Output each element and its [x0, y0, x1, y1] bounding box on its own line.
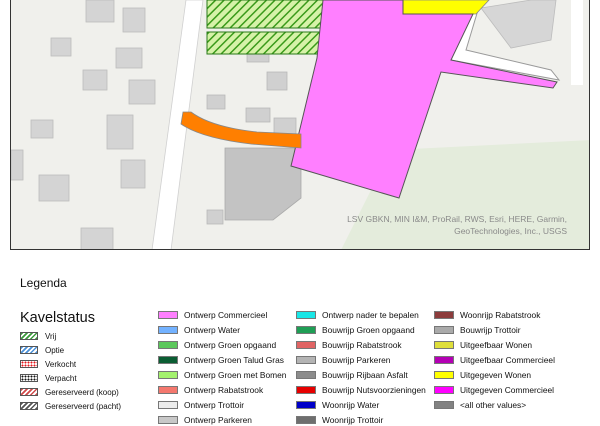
- kavelstatus-swatch: [20, 374, 38, 382]
- kavelstatus-label: Verkocht: [45, 359, 77, 369]
- legend-label: Ontwerp Groen opgaand: [184, 340, 277, 350]
- legend-swatch: [434, 356, 454, 364]
- legend-swatch: [296, 386, 316, 394]
- legend-item: Ontwerp Groen met Bomen: [158, 369, 286, 381]
- legend-label: Ontwerp Groen met Bomen: [184, 370, 287, 380]
- legend-swatch: [158, 386, 178, 394]
- legend-item: Ontwerp Commercieel: [158, 309, 267, 321]
- legend-label: Uitgegeven Commercieel: [460, 385, 555, 395]
- legend-item: <all other values>: [434, 399, 526, 411]
- legend-item: Ontwerp Water: [158, 324, 240, 336]
- legend-item: Uitgegeven Commercieel: [434, 384, 554, 396]
- legend-item: Ontwerp nader te bepalen: [296, 309, 419, 321]
- legend-swatch: [434, 311, 454, 319]
- kavelstatus-heading: Kavelstatus: [20, 310, 95, 326]
- legend-swatch: [296, 371, 316, 379]
- legend-swatch: [296, 311, 316, 319]
- legend-swatch: [296, 416, 316, 424]
- legend-item: Ontwerp Rabatstrook: [158, 384, 263, 396]
- legend-swatch: [296, 356, 316, 364]
- kavelstatus-item: Gereserveerd (koop): [20, 386, 119, 398]
- legend-item: Ontwerp Groen opgaand: [158, 339, 276, 351]
- kavelstatus-label: Gereserveerd (pacht): [45, 401, 122, 411]
- legend-swatch: [434, 401, 454, 409]
- legend-item: Bouwrijp Parkeren: [296, 354, 390, 366]
- legend-item: Uitgegeven Wonen: [434, 369, 531, 381]
- legend-swatch: [158, 371, 178, 379]
- legend-swatch: [434, 386, 454, 394]
- kavelstatus-swatch: [20, 388, 38, 396]
- legend-swatch: [158, 401, 178, 409]
- kavelstatus-label: Verpacht: [45, 373, 77, 383]
- legend-item: Woonrijp Rabatstrook: [434, 309, 540, 321]
- kavelstatus-item: Gereserveerd (pacht): [20, 400, 121, 412]
- legend-label: Bouwrijp Rijbaan Asfalt: [322, 370, 408, 380]
- map-attribution: LSV GBKN, MIN I&M, ProRail, RWS, Esri, H…: [347, 214, 567, 236]
- legend-item: Bouwrijp Rabatstrook: [296, 339, 402, 351]
- kavelstatus-swatch: [20, 402, 38, 410]
- legend-item: Uitgeefbaar Wonen: [434, 339, 532, 351]
- plot-vrij-2[interactable]: [206, 31, 326, 55]
- legend-item: Ontwerp Parkeren: [158, 414, 252, 426]
- kavelstatus-swatch: [20, 332, 38, 340]
- legend-swatch: [158, 311, 178, 319]
- legend-label: Ontwerp Water: [184, 325, 241, 335]
- legend-label: Bouwrijp Parkeren: [322, 355, 391, 365]
- plot-vrij-1[interactable]: [206, 0, 326, 29]
- kavelstatus-item: Vrij: [20, 330, 56, 342]
- legend-swatch: [434, 371, 454, 379]
- legend-swatch: [158, 356, 178, 364]
- kavelstatus-item: Verkocht: [20, 358, 76, 370]
- kavelstatus-label: Gereserveerd (koop): [45, 387, 119, 397]
- legend-swatch: [158, 341, 178, 349]
- legend-title: Legenda: [20, 276, 67, 290]
- legend-label: Ontwerp Trottoir: [184, 400, 245, 410]
- legend-label: Ontwerp Commercieel: [184, 310, 268, 320]
- legend-label: Woonrijp Rabatstrook: [460, 310, 541, 320]
- legend-item: Woonrijp Water: [296, 399, 379, 411]
- legend-label: Bouwrijp Groen opgaand: [322, 325, 415, 335]
- legend-item: Uitgeefbaar Commercieel: [434, 354, 555, 366]
- legend-swatch: [434, 341, 454, 349]
- legend-swatch: [158, 416, 178, 424]
- legend-item: Ontwerp Groen Talud Gras: [158, 354, 284, 366]
- legend-item: Bouwrijp Rijbaan Asfalt: [296, 369, 408, 381]
- kavelstatus-label: Vrij: [45, 331, 57, 341]
- legend-swatch: [434, 326, 454, 334]
- legend-label: Ontwerp nader te bepalen: [322, 310, 419, 320]
- legend-label: Ontwerp Parkeren: [184, 415, 252, 425]
- kavelstatus-swatch: [20, 346, 38, 354]
- legend-swatch: [296, 326, 316, 334]
- legend-item: Bouwrijp Groen opgaand: [296, 324, 415, 336]
- legend-swatch: [296, 341, 316, 349]
- plot-uitgegeven-wonen[interactable]: [395, 0, 490, 15]
- legend-label: Bouwrijp Nutsvoorzieningen: [322, 385, 426, 395]
- legend-label: Woonrijp Trottoir: [322, 415, 384, 425]
- legend-label: Woonrijp Water: [322, 400, 380, 410]
- map-view[interactable]: LSV GBKN, MIN I&M, ProRail, RWS, Esri, H…: [10, 0, 590, 250]
- kavelstatus-item: Optie: [20, 344, 64, 356]
- legend-item: Bouwrijp Trottoir: [434, 324, 521, 336]
- legend-swatch: [296, 401, 316, 409]
- legend-item: Woonrijp Trottoir: [296, 414, 383, 426]
- kavelstatus-label: Optie: [45, 345, 65, 355]
- legend-item: Ontwerp Trottoir: [158, 399, 244, 411]
- legend-label: <all other values>: [460, 400, 527, 410]
- legend-label: Ontwerp Groen Talud Gras: [184, 355, 284, 365]
- legend-label: Bouwrijp Trottoir: [460, 325, 521, 335]
- kavelstatus-item: Verpacht: [20, 372, 77, 384]
- side-road: [571, 0, 583, 85]
- legend-label: Ontwerp Rabatstrook: [184, 385, 264, 395]
- legend-label: Uitgeefbaar Commercieel: [460, 355, 555, 365]
- legend-label: Uitgegeven Wonen: [460, 370, 532, 380]
- legend-label: Bouwrijp Rabatstrook: [322, 340, 402, 350]
- kavelstatus-swatch: [20, 360, 38, 368]
- legend-item: Bouwrijp Nutsvoorzieningen: [296, 384, 426, 396]
- legend-label: Uitgeefbaar Wonen: [460, 340, 533, 350]
- legend-swatch: [158, 326, 178, 334]
